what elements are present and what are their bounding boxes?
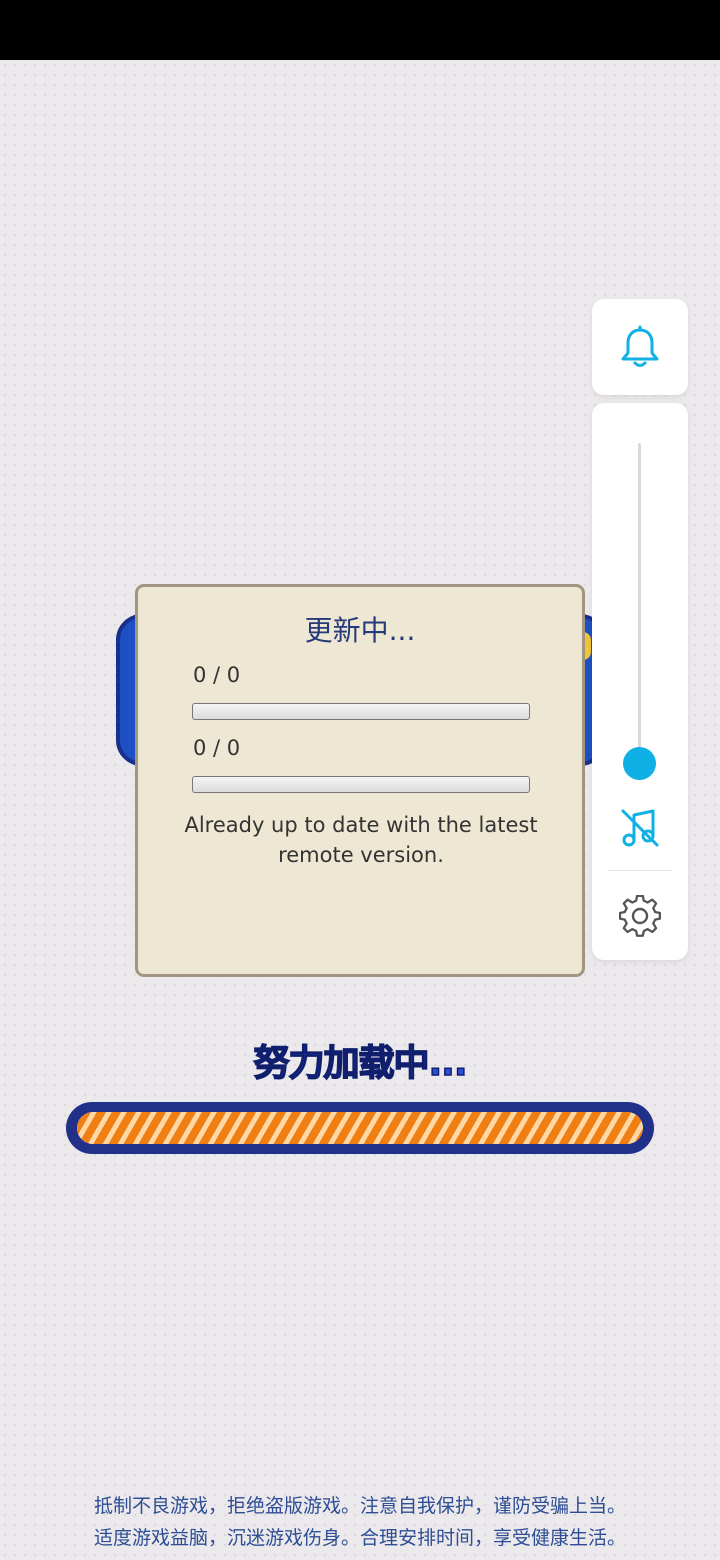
- loading-progress-fill: [77, 1112, 643, 1144]
- update-status-message: Already up to date with the latest remot…: [184, 813, 538, 867]
- audio-settings-panel: [592, 403, 688, 960]
- byte-count-label: 0 / 0: [193, 736, 241, 760]
- byte-progress-bar: [192, 776, 530, 793]
- status-bar: [0, 0, 720, 60]
- dialog-title: 更新中...: [304, 614, 416, 647]
- gear-icon[interactable]: [619, 895, 661, 937]
- loading-progress-bar: [66, 1102, 654, 1154]
- panel-divider: [608, 870, 672, 871]
- notification-button[interactable]: [592, 299, 688, 395]
- file-count-label: 0 / 0: [193, 663, 241, 687]
- volume-slider-thumb[interactable]: [623, 746, 656, 780]
- notice-line-2: 适度游戏益脑，沉迷游戏伤身。合理安排时间，享受健康生活。: [93, 1527, 626, 1549]
- update-dialog: 更新中... 0 / 0 0 / 0 Already up to date wi…: [135, 584, 585, 977]
- music-muted-icon[interactable]: [620, 807, 660, 849]
- loading-label: 努力加载中...: [253, 1042, 469, 1085]
- notice-line-1: 抵制不良游戏，拒绝盗版游戏。注意自我保护，谨防受骗上当。: [93, 1495, 626, 1517]
- bell-icon: [621, 325, 659, 367]
- health-notice: 抵制不良游戏，拒绝盗版游戏。注意自我保护，谨防受骗上当。 适度游戏益脑，沉迷游戏…: [0, 1490, 720, 1554]
- loading-progress-track: [77, 1112, 643, 1144]
- volume-slider-track[interactable]: [638, 443, 641, 763]
- file-progress-bar: [192, 703, 530, 720]
